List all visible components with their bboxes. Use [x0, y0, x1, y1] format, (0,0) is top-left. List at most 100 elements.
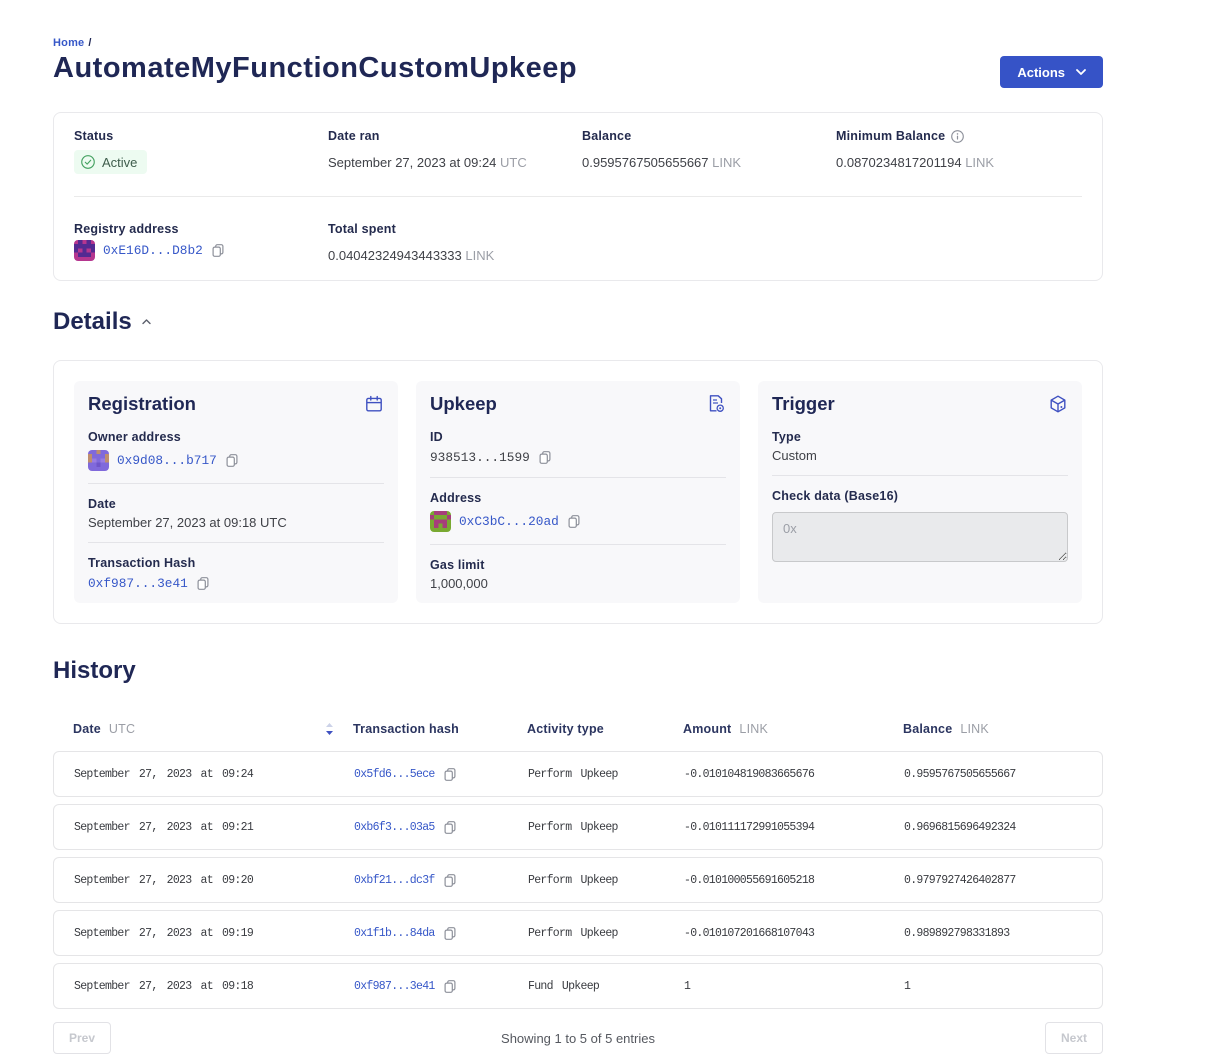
row-hash: 0x1f1b...84da	[354, 926, 528, 941]
row-activity: Fund Upkeep	[528, 980, 684, 993]
total-spent-label: Total spent	[328, 222, 582, 236]
date-column-unit: UTC	[109, 722, 135, 736]
calendar-icon	[364, 394, 384, 414]
summary-row-bottom: Registry address 0xE16D...D8b2 Total spe…	[54, 197, 1102, 280]
info-icon[interactable]	[951, 130, 964, 143]
copy-registry-address-button[interactable]	[211, 243, 225, 258]
copy-icon	[443, 767, 457, 782]
min-balance-unit: LINK	[965, 155, 994, 170]
gas-limit-value: 1,000,000	[430, 576, 726, 591]
gas-limit-label: Gas limit	[430, 558, 726, 572]
collapse-caret-icon[interactable]	[142, 319, 151, 325]
pagination: Prev Showing 1 to 5 of 5 entries Next	[53, 1022, 1103, 1054]
trigger-type-section: Type Custom	[772, 417, 1068, 475]
prev-button[interactable]: Prev	[53, 1022, 111, 1054]
page-title: AutomateMyFunctionCustomUpkeep	[53, 52, 1103, 85]
copy-icon	[443, 873, 457, 888]
row-hash: 0xbf21...dc3f	[354, 873, 528, 888]
check-data-label: Check data (Base16)	[772, 489, 1068, 503]
page-header: Home/ AutomateMyFunctionCustomUpkeep Act…	[53, 0, 1103, 85]
transaction-hash-link[interactable]: 0x5fd6...5ece	[354, 768, 435, 781]
column-header-date: DateUTC	[73, 722, 353, 736]
balance-unit: LINK	[712, 155, 741, 170]
copy-hash-button[interactable]	[443, 767, 457, 782]
transaction-hash-section: Transaction Hash 0xf987...3e41	[88, 542, 384, 603]
row-activity: Perform Upkeep	[528, 768, 684, 781]
row-balance: 0.9696815696492324	[904, 821, 1102, 834]
breadcrumb-home-link[interactable]: Home	[53, 37, 84, 49]
upkeep-id-label: ID	[430, 430, 726, 444]
copy-hash-button[interactable]	[443, 873, 457, 888]
check-circle-icon	[81, 155, 95, 169]
balance-label: Balance	[582, 129, 836, 143]
registry-address-link[interactable]: 0xE16D...D8b2	[103, 243, 203, 258]
column-header-balance: BalanceLINK	[903, 722, 1103, 736]
copy-hash-button[interactable]	[443, 979, 457, 994]
status-field: Status Active	[74, 129, 328, 196]
upkeep-address-identicon	[430, 511, 451, 532]
copy-hash-button[interactable]	[443, 926, 457, 941]
row-balance: 0.9797927426402877	[904, 874, 1102, 887]
column-header-activity: Activity type	[527, 722, 683, 736]
upkeep-title: Upkeep	[430, 393, 497, 415]
details-heading: Details	[53, 308, 1103, 336]
row-date: September 27, 2023 at 09:24	[74, 768, 354, 781]
row-date: September 27, 2023 at 09:20	[74, 874, 354, 887]
copy-icon	[211, 243, 225, 258]
owner-identicon	[88, 450, 109, 471]
history-row: September 27, 2023 at 09:20 0xbf21...dc3…	[53, 857, 1103, 903]
sort-icon[interactable]	[325, 723, 334, 735]
row-amount: -0.010104819083665676	[684, 768, 904, 781]
trigger-title: Trigger	[772, 393, 835, 415]
transaction-hash-link[interactable]: 0xf987...3e41	[354, 980, 435, 993]
copy-upkeep-id-button[interactable]	[538, 450, 552, 465]
date-ran-label: Date ran	[328, 129, 582, 143]
row-hash: 0xf987...3e41	[354, 979, 528, 994]
transaction-hash-label: Transaction Hash	[88, 556, 384, 570]
row-date: September 27, 2023 at 09:21	[74, 821, 354, 834]
copy-transaction-hash-button[interactable]	[196, 576, 210, 591]
actions-button[interactable]: Actions	[1000, 56, 1103, 88]
registration-title: Registration	[88, 393, 196, 415]
copy-owner-address-button[interactable]	[225, 453, 239, 468]
row-amount: -0.010100055691605218	[684, 874, 904, 887]
transaction-hash-link[interactable]: 0xb6f3...03a5	[354, 821, 435, 834]
date-ran-field: Date ran September 27, 2023 at 09:24 UTC	[328, 129, 582, 196]
cube-icon	[1048, 394, 1068, 414]
registry-address-field: Registry address 0xE16D...D8b2	[74, 222, 328, 280]
row-amount: -0.010107201668107043	[684, 927, 904, 940]
row-hash: 0xb6f3...03a5	[354, 820, 528, 835]
owner-address-link[interactable]: 0x9d08...b717	[117, 453, 217, 468]
history-row: September 27, 2023 at 09:21 0xb6f3...03a…	[53, 804, 1103, 850]
check-data-textarea[interactable]	[772, 512, 1068, 562]
total-spent-value: 0.04042324943443333 LINK	[328, 248, 582, 263]
actions-button-label: Actions	[1017, 65, 1065, 80]
row-amount: 1	[684, 980, 904, 993]
check-data-section: Check data (Base16)	[772, 475, 1068, 574]
copy-upkeep-address-button[interactable]	[567, 514, 581, 529]
column-header-amount: AmountLINK	[683, 722, 903, 736]
trigger-type-label: Type	[772, 430, 1068, 444]
owner-address-label: Owner address	[88, 430, 384, 444]
history-row: September 27, 2023 at 09:18 0xf987...3e4…	[53, 963, 1103, 1009]
transaction-hash-link[interactable]: 0xf987...3e41	[88, 576, 188, 591]
transaction-hash-link[interactable]: 0x1f1b...84da	[354, 927, 435, 940]
next-button[interactable]: Next	[1045, 1022, 1103, 1054]
summary-card: Status Active Date ran September 27, 202…	[53, 112, 1103, 281]
trigger-card: Trigger Type Custom Check data (Base16)	[758, 381, 1082, 603]
upkeep-address-link[interactable]: 0xC3bC...20ad	[459, 514, 559, 529]
history-row: September 27, 2023 at 09:24 0x5fd6...5ec…	[53, 751, 1103, 797]
row-date: September 27, 2023 at 09:18	[74, 980, 354, 993]
min-balance-value: 0.0870234817201194 LINK	[836, 155, 1102, 170]
date-ran-value: September 27, 2023 at 09:24 UTC	[328, 155, 582, 170]
total-spent-unit: LINK	[465, 248, 494, 263]
copy-hash-button[interactable]	[443, 820, 457, 835]
details-card: Registration Owner address 0x9d08...b717…	[53, 360, 1103, 624]
copy-icon	[538, 450, 552, 465]
column-header-hash: Transaction hash	[353, 722, 527, 736]
balance-value: 0.9595767505655667 LINK	[582, 155, 836, 170]
transaction-hash-link[interactable]: 0xbf21...dc3f	[354, 874, 435, 887]
row-activity: Perform Upkeep	[528, 927, 684, 940]
copy-icon	[225, 453, 239, 468]
total-spent-field: Total spent 0.04042324943443333 LINK	[328, 222, 582, 280]
